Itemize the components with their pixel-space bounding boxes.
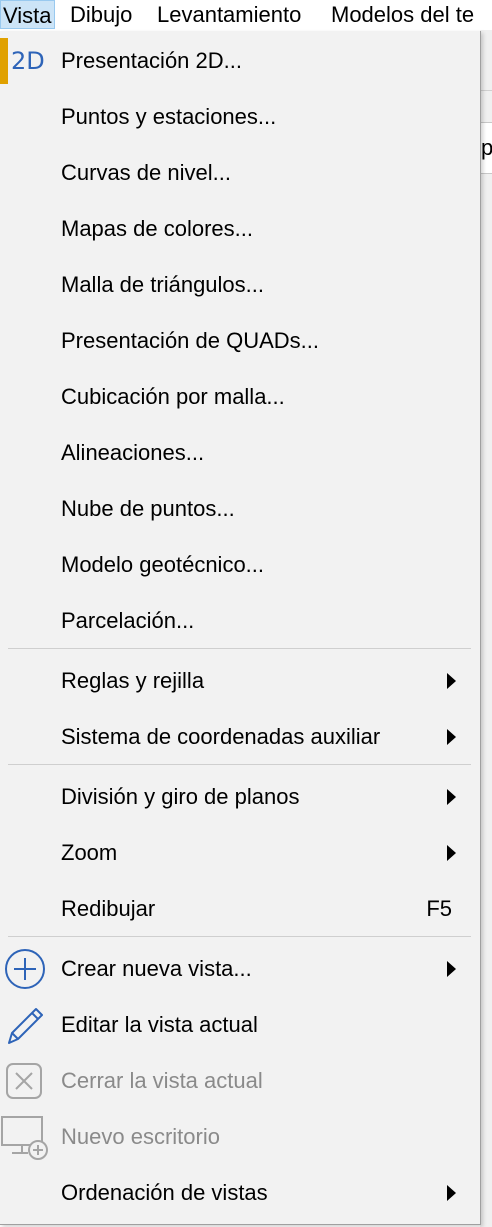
2d-icon: 2D bbox=[11, 47, 45, 75]
menu-item-alineaciones[interactable]: Alineaciones... bbox=[0, 425, 480, 481]
menu-item-reglas-rejilla[interactable]: Reglas y rejilla bbox=[0, 653, 480, 709]
submenu-arrow-icon bbox=[447, 961, 456, 977]
menu-item-label: Sistema de coordenadas auxiliar bbox=[61, 724, 381, 749]
menu-item-label: Presentación de QUADs... bbox=[61, 328, 320, 353]
menu-item-label: Alineaciones... bbox=[61, 440, 205, 465]
menubar-item-modelos[interactable]: Modelos del te bbox=[331, 0, 474, 29]
menu-bar: Vista Dibujo Levantamiento Modelos del t… bbox=[0, 0, 492, 30]
menu-item-modelo-geotecnico[interactable]: Modelo geotécnico... bbox=[0, 537, 480, 593]
background-control: pa bbox=[480, 122, 492, 174]
menu-item-label: Modelo geotécnico... bbox=[61, 552, 265, 577]
menu-item-label: Zoom bbox=[61, 840, 118, 865]
menu-item-label: Parcelación... bbox=[61, 608, 195, 633]
menu-item-label: Cerrar la vista actual bbox=[61, 1068, 263, 1093]
submenu-arrow-icon bbox=[447, 729, 456, 745]
menu-item-parcelacion[interactable]: Parcelación... bbox=[0, 593, 480, 649]
menu-item-malla-triangulos[interactable]: Malla de triángulos... bbox=[0, 257, 480, 313]
submenu-arrow-icon bbox=[447, 1185, 456, 1201]
menu-item-cubicacion-malla[interactable]: Cubicación por malla... bbox=[0, 369, 480, 425]
close-box-icon bbox=[6, 1063, 42, 1099]
menu-item-label: Crear nueva vista... bbox=[61, 956, 252, 981]
submenu-arrow-icon bbox=[447, 789, 456, 805]
menu-item-label: Presentación 2D... bbox=[61, 48, 242, 73]
menu-item-label: Editar la vista actual bbox=[61, 1012, 258, 1037]
menu-item-puntos-estaciones[interactable]: Puntos y estaciones... bbox=[0, 89, 480, 145]
menu-item-label: Mapas de colores... bbox=[61, 216, 253, 241]
menubar-item-dibujo[interactable]: Dibujo bbox=[70, 0, 132, 29]
menu-item-label: Malla de triángulos... bbox=[61, 272, 264, 297]
menu-item-label: Redibujar bbox=[61, 896, 156, 921]
menu-item-curvas-nivel[interactable]: Curvas de nivel... bbox=[0, 145, 480, 201]
vista-dropdown-menu: 2D Presentación 2D... Puntos y estacione… bbox=[0, 31, 481, 1225]
menu-item-division-giro[interactable]: División y giro de planos bbox=[0, 769, 480, 825]
monitor-add-icon bbox=[1, 1116, 48, 1160]
background-divider bbox=[480, 90, 492, 91]
menu-item-ordenacion-vistas[interactable]: Ordenación de vistas bbox=[0, 1165, 480, 1221]
shortcut-label: F5 bbox=[426, 896, 452, 921]
submenu-arrow-icon bbox=[447, 845, 456, 861]
menu-item-nube-puntos[interactable]: Nube de puntos... bbox=[0, 481, 480, 537]
menu-separator bbox=[8, 936, 471, 937]
menu-item-mapas-colores[interactable]: Mapas de colores... bbox=[0, 201, 480, 257]
menu-item-sistema-coordenadas[interactable]: Sistema de coordenadas auxiliar bbox=[0, 709, 480, 765]
submenu-arrow-icon bbox=[447, 673, 456, 689]
plus-circle-icon bbox=[5, 949, 45, 989]
menu-item-presentacion-quads[interactable]: Presentación de QUADs... bbox=[0, 313, 480, 369]
menubar-item-levantamiento[interactable]: Levantamiento bbox=[157, 0, 301, 29]
menu-separator bbox=[8, 648, 471, 649]
menu-item-cerrar-vista[interactable]: Cerrar la vista actual bbox=[0, 1053, 480, 1109]
menu-item-label: Puntos y estaciones... bbox=[61, 104, 277, 129]
menu-item-label: Nuevo escritorio bbox=[61, 1124, 220, 1149]
menu-item-nuevo-escritorio[interactable]: Nuevo escritorio bbox=[0, 1109, 480, 1165]
menu-separator bbox=[8, 764, 471, 765]
menu-item-zoom[interactable]: Zoom bbox=[0, 825, 480, 881]
menubar-item-vista[interactable]: Vista bbox=[0, 0, 55, 29]
menu-item-presentacion-2d[interactable]: 2D Presentación 2D... bbox=[0, 33, 480, 89]
menu-item-label: Curvas de nivel... bbox=[61, 160, 231, 185]
menu-item-label: Reglas y rejilla bbox=[61, 668, 205, 693]
pencil-icon bbox=[8, 1008, 43, 1044]
menu-item-crear-nueva-vista[interactable]: Crear nueva vista... bbox=[0, 941, 480, 997]
background-window: pa bbox=[480, 30, 492, 1227]
menu-item-label: Cubicación por malla... bbox=[61, 384, 285, 409]
menu-item-redibujar[interactable]: Redibujar F5 bbox=[0, 881, 480, 937]
menu-item-label: Nube de puntos... bbox=[61, 496, 235, 521]
menu-item-label: División y giro de planos bbox=[61, 784, 300, 809]
menu-item-editar-vista[interactable]: Editar la vista actual bbox=[0, 997, 480, 1053]
highlight-bar bbox=[0, 38, 8, 84]
menu-item-label: Ordenación de vistas bbox=[61, 1180, 268, 1205]
background-partial-text: pa bbox=[481, 135, 492, 161]
